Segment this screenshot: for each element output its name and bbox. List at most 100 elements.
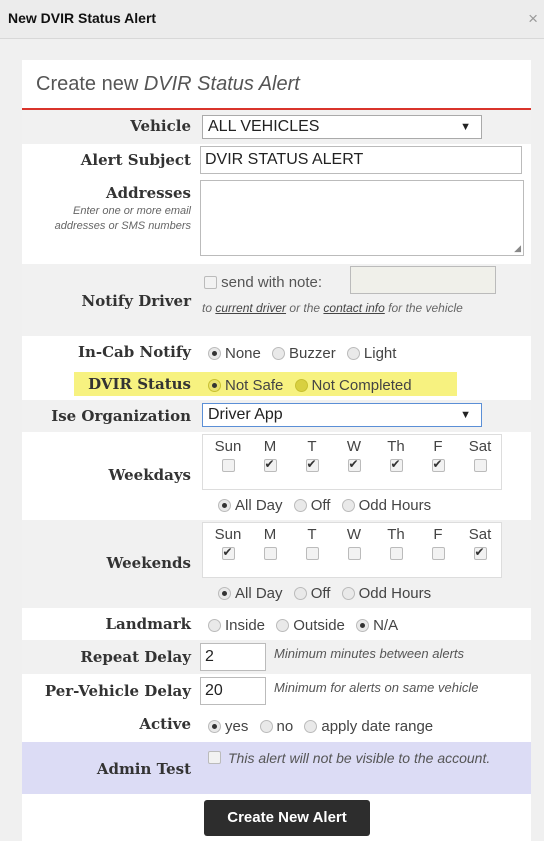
contact-info-link[interactable]: contact info [323,301,384,315]
dvir-status-radio-group: Not Safe Not Completed [208,377,419,394]
radio-odd-hours[interactable] [341,499,355,512]
radio-not-safe[interactable] [208,379,221,392]
current-driver-link[interactable]: current driver [215,301,286,315]
heading-prefix: Create new [36,73,139,95]
note-mid: or the [289,301,321,315]
addresses-label: Addresses [106,184,191,202]
weekend-checkbox-sun[interactable] [221,545,235,560]
radio-all-day[interactable] [218,587,231,600]
weekend-checkbox-m[interactable] [263,547,277,560]
weekends-row: Weekends Sun M T W Th F Sat All Day Off … [22,520,531,608]
repeat-delay-value: 2 [205,648,214,665]
weekdays-all-day[interactable]: All Day [218,497,283,514]
day-label: M [263,438,277,455]
in-cab-option-light[interactable]: Light [346,345,396,362]
weekend-checkbox-th[interactable] [389,547,403,560]
per-vehicle-delay-input[interactable]: 20 [200,677,266,705]
weekdays-label: Weekdays [108,466,191,484]
weekday-checkbox-m[interactable] [263,457,277,472]
subject-input[interactable]: DVIR STATUS ALERT [200,146,522,174]
in-cab-option-buzzer[interactable]: Buzzer [272,345,336,362]
in-cab-label: In-Cab Notify [77,343,191,361]
weekend-checkbox-t[interactable] [305,547,319,560]
radio-date-range[interactable] [304,720,318,733]
in-cab-option-none[interactable]: None [208,345,261,362]
dropdown-arrow-icon: ▼ [460,409,471,421]
repeat-delay-label: Repeat Delay [80,648,191,666]
admin-test-note: This alert will not be visible to the ac… [228,750,491,766]
radio-off[interactable] [293,587,307,600]
option-label: All Day [235,585,283,602]
day-label: Th [387,438,405,455]
radio-off[interactable] [293,499,307,512]
landmark-outside[interactable]: Outside [276,617,345,634]
landmark-row: Landmark Inside Outside N/A [22,608,531,640]
admin-test-label: Admin Test [96,760,191,778]
radio-none[interactable] [208,347,221,360]
weekdays-time-radio-group: All Day Off Odd Hours [218,497,438,514]
radio-all-day[interactable] [218,499,231,512]
radio-yes[interactable] [208,720,221,733]
weekends-odd-hours[interactable]: Odd Hours [341,585,431,602]
vehicle-select-value: ALL VEHICLES [208,118,320,135]
day-label: Sun [214,526,242,543]
radio-light[interactable] [346,347,360,360]
radio-inside[interactable] [208,619,221,632]
dvir-option-not-completed[interactable]: Not Completed [294,377,412,394]
radio-odd-hours[interactable] [341,587,355,600]
note-prefix: to [202,301,213,315]
weekday-checkbox-t[interactable] [305,457,319,472]
weekends-all-day[interactable]: All Day [218,585,283,602]
weekday-col-sat: Sat [463,438,497,474]
radio-not-completed[interactable] [294,379,308,392]
day-label: F [433,438,443,455]
weekday-checkbox-th[interactable] [389,457,403,472]
repeat-delay-input[interactable]: 2 [200,643,266,671]
weekday-checkbox-sat[interactable] [473,459,487,472]
create-new-alert-button[interactable]: Create New Alert [204,800,370,836]
note-input[interactable] [350,266,496,294]
active-date-range[interactable]: apply date range [304,718,433,735]
radio-outside[interactable] [276,619,290,632]
radio-no[interactable] [259,720,273,733]
weekday-col-th: Th [379,438,413,474]
subject-input-value: DVIR STATUS ALERT [205,151,364,168]
dialog-titlebar: New DVIR Status Alert × [0,0,544,39]
day-label: W [346,526,362,543]
ise-org-label: Ise Organization [51,407,191,425]
landmark-inside[interactable]: Inside [208,617,265,634]
radio-buzzer[interactable] [272,347,286,360]
ise-org-select[interactable]: Driver App ▼ [202,403,482,427]
active-yes[interactable]: yes [208,718,248,735]
weekend-checkbox-w[interactable] [347,547,361,560]
weekdays-row: Weekdays Sun M T W Th F Sat All Day Off … [22,432,531,520]
resize-grip-icon[interactable]: ◢ [514,243,521,254]
weekend-checkbox-f[interactable] [431,547,445,560]
weekends-time-radio-group: All Day Off Odd Hours [218,585,438,602]
per-vehicle-delay-value: 20 [205,682,223,699]
addresses-textarea[interactable]: ◢ [200,180,524,256]
send-with-note-checkbox[interactable] [204,276,217,289]
weekday-checkbox-f[interactable] [431,457,445,472]
weekend-checkbox-sat[interactable] [473,545,487,560]
day-label: M [263,526,277,543]
dvir-status-label: DVIR Status [88,375,191,393]
option-label: Outside [293,617,345,634]
dvir-option-not-safe[interactable]: Not Safe [208,377,283,394]
active-no[interactable]: no [259,718,293,735]
weekday-checkbox-w[interactable] [347,457,361,472]
vehicle-select[interactable]: ALL VEHICLES ▼ [202,115,482,139]
option-label: apply date range [321,718,434,735]
day-label: T [307,438,317,455]
subject-row: Alert Subject DVIR STATUS ALERT [22,144,531,178]
option-label: Not Safe [225,377,284,394]
weekends-off[interactable]: Off [293,585,330,602]
per-vehicle-delay-hint: Minimum for alerts on same vehicle [274,680,479,695]
close-icon[interactable]: × [528,9,538,29]
weekdays-off[interactable]: Off [293,497,330,514]
weekdays-odd-hours[interactable]: Odd Hours [341,497,431,514]
landmark-na[interactable]: N/A [356,617,398,634]
repeat-delay-hint: Minimum minutes between alerts [274,646,465,661]
weekday-checkbox-sun[interactable] [221,459,235,472]
radio-na[interactable] [356,619,370,632]
